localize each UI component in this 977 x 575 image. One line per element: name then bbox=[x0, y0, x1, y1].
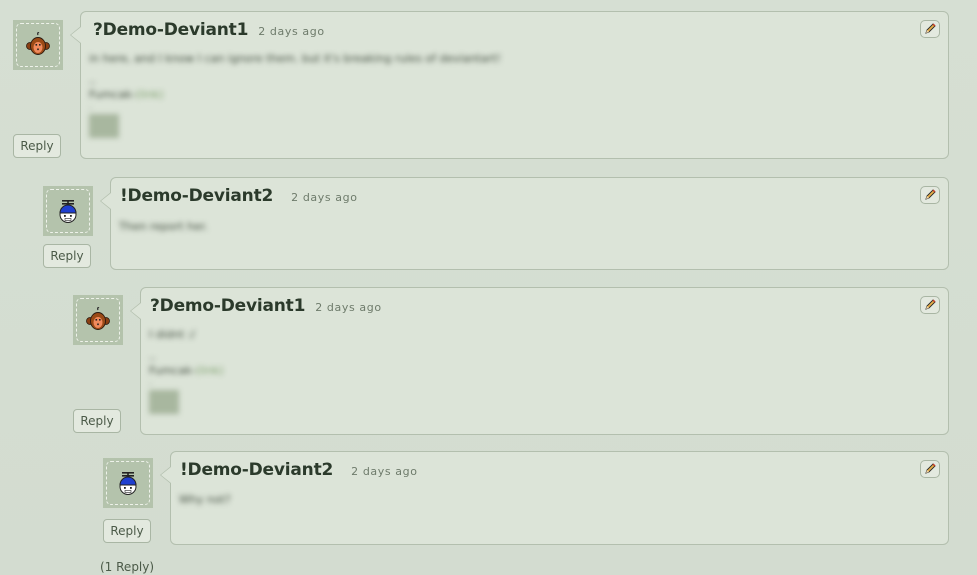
reply-button[interactable]: Reply bbox=[103, 519, 151, 543]
bubble-tail bbox=[160, 466, 171, 484]
propeller-cap-avatar-icon bbox=[59, 199, 77, 223]
author-link[interactable]: ?Demo-Deviant1 bbox=[150, 296, 305, 316]
timestamp[interactable]: 2 days ago bbox=[291, 191, 357, 204]
avatar[interactable] bbox=[103, 458, 153, 508]
signature-link[interactable]: (link) bbox=[136, 88, 164, 101]
timestamp[interactable]: 2 days ago bbox=[315, 301, 381, 314]
reply-button[interactable]: Reply bbox=[73, 409, 121, 433]
propeller-cap-avatar-icon bbox=[119, 471, 137, 495]
pencil-icon bbox=[925, 23, 936, 34]
author-name[interactable]: !Demo-Deviant2 2 days ago bbox=[180, 460, 418, 480]
author-name[interactable]: !Demo-Deviant2 2 days ago bbox=[120, 186, 358, 206]
timestamp[interactable]: 2 days ago bbox=[258, 25, 324, 38]
signature-name: Fumcak- bbox=[89, 88, 136, 101]
signature-name: Fumcak- bbox=[149, 364, 196, 377]
reply-button[interactable]: Reply bbox=[13, 134, 61, 158]
signature-dot: . bbox=[89, 102, 92, 112]
signature-separator: -- bbox=[89, 78, 96, 88]
comment-bubble: ?Demo-Deviant1 2 days ago I didnt :/ -- F… bbox=[130, 287, 949, 435]
author-link[interactable]: ?Demo-Deviant1 bbox=[93, 20, 248, 40]
pencil-icon bbox=[925, 463, 936, 474]
signature-separator: -- bbox=[149, 354, 156, 364]
bubble-tail bbox=[130, 302, 141, 320]
edit-button[interactable] bbox=[920, 20, 940, 38]
comment-bubble: !Demo-Deviant2 2 days ago Why not? bbox=[160, 451, 949, 545]
pencil-icon bbox=[925, 189, 936, 200]
timestamp[interactable]: 2 days ago bbox=[351, 465, 417, 478]
reply-count-link[interactable]: (1 Reply) bbox=[100, 560, 154, 574]
comment-text: in here, and I know I can ignore them. b… bbox=[89, 52, 501, 65]
comment-bubble: !Demo-Deviant2 2 days ago Then report her… bbox=[100, 177, 949, 270]
signature-image[interactable] bbox=[89, 114, 119, 138]
bubble-tail bbox=[100, 192, 111, 210]
author-name[interactable]: ?Demo-Deviant1 2 days ago bbox=[93, 20, 325, 40]
comment-body: in here, and I know I can ignore them. b… bbox=[89, 52, 501, 138]
author-link[interactable]: !Demo-Deviant2 bbox=[180, 460, 333, 480]
comment-body: Why not? bbox=[179, 493, 231, 507]
comment-text: I didnt :/ bbox=[149, 328, 195, 341]
edit-button[interactable] bbox=[920, 460, 940, 478]
monkey-avatar-icon bbox=[25, 32, 51, 56]
avatar[interactable] bbox=[43, 186, 93, 236]
avatar[interactable] bbox=[13, 20, 63, 70]
avatar[interactable] bbox=[73, 295, 123, 345]
signature-dot: . bbox=[149, 378, 152, 388]
monkey-avatar-icon bbox=[85, 307, 111, 331]
edit-button[interactable] bbox=[920, 296, 940, 314]
comment-text: Why not? bbox=[179, 493, 231, 506]
comment-body: I didnt :/ -- Fumcak-(link) . bbox=[149, 328, 224, 414]
edit-button[interactable] bbox=[920, 186, 940, 204]
pencil-icon bbox=[925, 299, 936, 310]
comment-text: Then report her. bbox=[119, 220, 208, 233]
signature-link[interactable]: (link) bbox=[196, 364, 224, 377]
reply-button[interactable]: Reply bbox=[43, 244, 91, 268]
comment-body: Then report her. bbox=[119, 220, 208, 234]
bubble-tail bbox=[70, 26, 81, 44]
comment-bubble: ?Demo-Deviant1 2 days ago in here, and I … bbox=[70, 11, 949, 159]
author-name[interactable]: ?Demo-Deviant1 2 days ago bbox=[150, 296, 382, 316]
signature-image[interactable] bbox=[149, 390, 179, 414]
author-link[interactable]: !Demo-Deviant2 bbox=[120, 186, 273, 206]
